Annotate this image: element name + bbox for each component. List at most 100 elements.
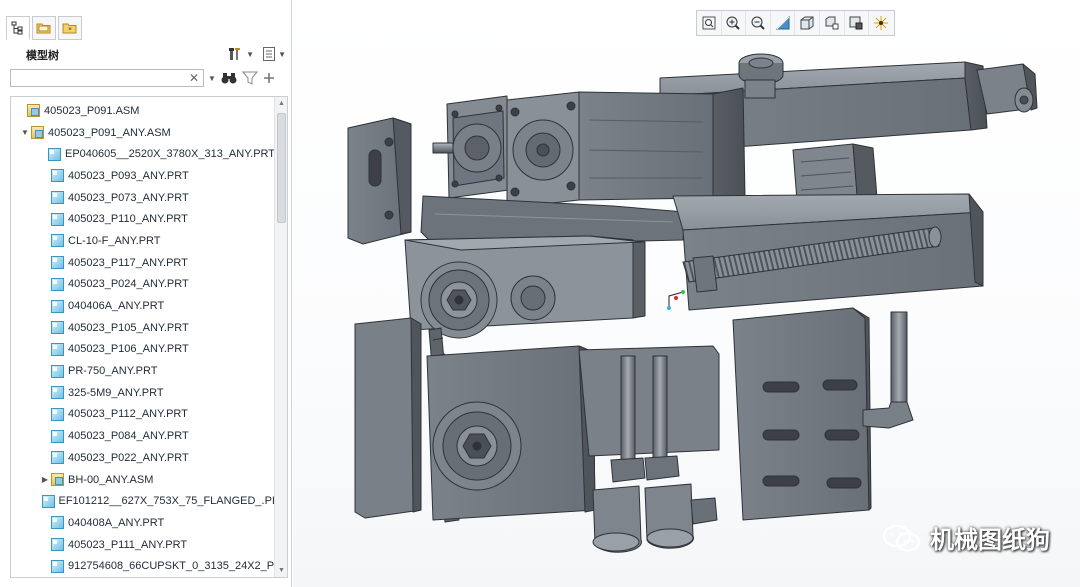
part-icon <box>51 277 64 291</box>
scroll-down-icon[interactable]: ▼ <box>275 564 287 577</box>
tree-item-label: 405023_P024_ANY.PRT <box>68 278 189 291</box>
tree-row[interactable]: 405023_P024_ANY.PRT <box>11 274 275 296</box>
chevron-down-icon: ▼ <box>246 49 255 59</box>
expand-toggle-icon[interactable]: ▼ <box>19 128 31 137</box>
tab-model-tree[interactable] <box>6 16 30 40</box>
zoom-in-icon <box>726 16 741 30</box>
search-row: ✕ ▼ <box>10 68 288 88</box>
tree-row[interactable]: 040406A_ANY.PRT <box>11 295 275 317</box>
tree-row[interactable]: 405023_P110_ANY.PRT <box>11 208 275 230</box>
tree-item-label: BH-00_ANY.ASM <box>68 473 154 486</box>
search-field[interactable]: ✕ <box>10 69 204 87</box>
tree-row[interactable]: 405023_P117_ANY.PRT <box>11 252 275 274</box>
part-icon <box>51 342 64 356</box>
scrollbar-thumb[interactable] <box>277 113 286 223</box>
add-column-icon[interactable] <box>262 71 276 85</box>
part-icon <box>51 299 64 313</box>
search-options-chevron-icon[interactable]: ▼ <box>208 74 216 83</box>
tree-row[interactable]: 405023_P106_ANY.PRT <box>11 339 275 361</box>
view-manager-button[interactable] <box>845 11 870 35</box>
tree-row[interactable]: PR-750_ANY.PRT <box>11 360 275 382</box>
zoom-in-button[interactable] <box>722 11 747 35</box>
model-tree: 405023_P091.ASM ▼ 405023_P091_ANY.ASM EP040… <box>10 96 288 578</box>
tree-row[interactable]: ▶ BH-00_ANY.ASM <box>11 469 275 491</box>
tree-row[interactable]: 405023_P022_ANY.PRT <box>11 447 275 469</box>
tree-item-label: 405023_P073_ANY.PRT <box>68 191 189 204</box>
tree-row[interactable]: 405023_P112_ANY.PRT <box>11 404 275 426</box>
tree-item-label: EF101212__627X_753X_75_FLANGED_.PI <box>58 495 276 508</box>
part-icon <box>51 429 64 443</box>
model-tree-panel: * 模型树 ▼ ▼ ✕ ▼ 405023_P091.ASM ▼ 405023_P… <box>0 0 292 587</box>
binoculars-icon[interactable] <box>220 71 238 85</box>
tree-item-label: 040406A_ANY.PRT <box>68 300 165 313</box>
part-icon <box>51 169 64 183</box>
tree-row[interactable]: 405023_P073_ANY.PRT <box>11 187 275 209</box>
saved-views-button[interactable] <box>820 11 845 35</box>
filter-icon[interactable] <box>241 71 258 85</box>
tree-item-label: PR-750_ANY.PRT <box>68 365 158 378</box>
tree-row[interactable]: 405023_P084_ANY.PRT <box>11 425 275 447</box>
tree-item-label: 405023_P110_ANY.PRT <box>68 213 188 226</box>
expand-toggle-icon[interactable]: ▶ <box>39 475 51 484</box>
tree-item-label: 405023_P105_ANY.PRT <box>68 321 189 334</box>
tree-item-label: 405023_P106_ANY.PRT <box>68 343 189 356</box>
tree-title: 模型树 <box>26 50 59 62</box>
part-icon <box>51 538 64 552</box>
tree-row[interactable]: 405023_P091.ASM <box>11 100 275 122</box>
assembly-icon <box>51 473 64 487</box>
graphics-window[interactable]: 机械图纸狗 <box>293 0 1080 587</box>
repaint-button[interactable] <box>771 11 796 35</box>
chevron-down-icon: ▼ <box>278 49 286 59</box>
tree-row[interactable]: CL-10-F_ANY.PRT <box>11 230 275 252</box>
panel-tabs: * <box>6 16 82 40</box>
part-icon <box>51 256 64 270</box>
tab-folder-browser[interactable] <box>32 16 56 40</box>
part-icon <box>41 494 55 508</box>
part-icon <box>51 364 64 378</box>
tree-row[interactable]: 405023_P111_ANY.PRT <box>11 534 275 556</box>
tree-item-label: 405023_P084_ANY.PRT <box>68 430 189 443</box>
assembly-model-render[interactable] <box>293 0 1080 587</box>
display-style-button[interactable] <box>795 11 820 35</box>
view-manager-icon <box>849 16 863 30</box>
spin-center-button[interactable] <box>869 11 894 35</box>
tree-row[interactable]: EP040605__2520X_3780X_313_ANY.PRT <box>11 143 275 165</box>
tree-row[interactable]: 405023_P105_ANY.PRT <box>11 317 275 339</box>
document-list-icon <box>263 47 276 61</box>
assembly-icon <box>27 104 40 118</box>
svg-text:*: * <box>68 26 72 34</box>
tree-item-label: CL-10-F_ANY.PRT <box>68 234 161 247</box>
tree-row[interactable]: 912754608_66CUPSKT_0_3135_24X2_P <box>11 555 275 577</box>
settings-menu-button[interactable]: ▼ <box>228 46 254 62</box>
watermark-text: 机械图纸狗 <box>930 526 1050 554</box>
watermark: 机械图纸狗 <box>882 520 1050 555</box>
tree-row[interactable]: 405023_P093_ANY.PRT <box>11 165 275 187</box>
part-icon <box>51 407 64 421</box>
part-icon <box>51 321 64 335</box>
zoom-out-button[interactable] <box>746 11 771 35</box>
settings-tools-icon <box>229 48 241 60</box>
repaint-icon <box>775 15 790 30</box>
tree-item-label: 325-5M9_ANY.PRT <box>68 386 164 399</box>
close-icon[interactable]: ✕ <box>189 71 199 85</box>
model-tree-icon <box>11 21 23 35</box>
tree-list: 405023_P091.ASM ▼ 405023_P091_ANY.ASM EP040… <box>11 100 275 577</box>
tree-item-label: 405023_P022_ANY.PRT <box>68 451 189 464</box>
tree-row[interactable]: ▼ 405023_P091_ANY.ASM <box>11 122 275 144</box>
tree-row[interactable]: 040408A_ANY.PRT <box>11 512 275 534</box>
tree-row[interactable]: 325-5M9_ANY.PRT <box>11 382 275 404</box>
view-toolbar <box>696 10 895 36</box>
part-icon <box>51 234 64 248</box>
tree-item-label: EP040605__2520X_3780X_313_ANY.PRT <box>65 148 275 161</box>
tree-item-label: 405023_P091_ANY.ASM <box>48 126 171 139</box>
tree-scrollbar[interactable]: ▲ ▼ <box>274 97 287 577</box>
show-menu-button[interactable]: ▼ <box>262 46 286 62</box>
tab-favorites[interactable]: * <box>58 16 82 40</box>
part-icon <box>51 559 64 573</box>
scroll-up-icon[interactable]: ▲ <box>275 97 287 110</box>
part-icon <box>51 451 64 465</box>
tree-row[interactable]: EF101212__627X_753X_75_FLANGED_.PI <box>11 490 275 512</box>
tree-item-label: 405023_P111_ANY.PRT <box>68 538 188 551</box>
search-input[interactable] <box>11 70 191 86</box>
refit-button[interactable] <box>697 11 722 35</box>
